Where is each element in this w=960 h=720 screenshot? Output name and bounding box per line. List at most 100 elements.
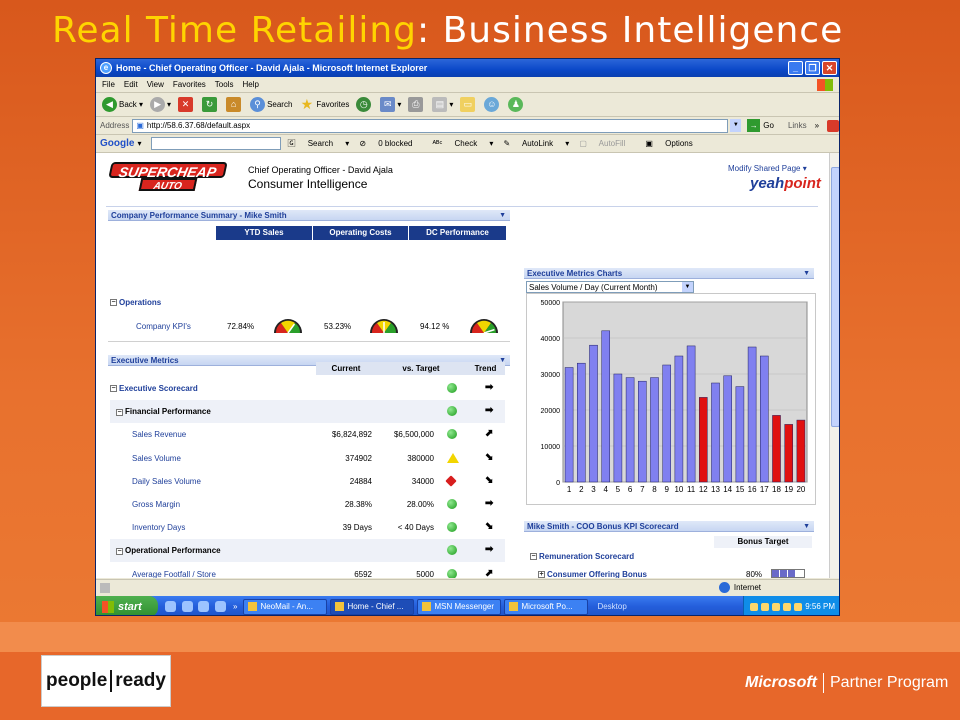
- menu-file[interactable]: File: [102, 80, 115, 89]
- metric-target: 28.00%: [406, 500, 434, 509]
- metric-label[interactable]: Average Footfall / Store: [132, 570, 216, 578]
- metric-label[interactable]: Daily Sales Volume: [132, 477, 201, 486]
- table-row[interactable]: − Financial Performance ➡: [110, 400, 505, 424]
- desktop-toolbar[interactable]: Desktop: [597, 602, 626, 611]
- chart-bar: [589, 344, 598, 483]
- refresh-button[interactable]: ↻: [202, 97, 219, 112]
- tray-icon[interactable]: [750, 602, 759, 611]
- menu-edit[interactable]: Edit: [124, 80, 138, 89]
- toolbar-extra-icon[interactable]: [827, 119, 839, 132]
- start-button[interactable]: start: [96, 596, 158, 615]
- table-row[interactable]: Inventory Days 39 Days < 40 Days ⬊: [110, 516, 505, 539]
- table-row[interactable]: Gross Margin 28.38% 28.00% ➡: [110, 493, 505, 516]
- edit-button[interactable]: ▤ ▾: [432, 97, 453, 112]
- stop-button[interactable]: ✕: [178, 97, 195, 112]
- links-button[interactable]: Links: [788, 121, 807, 130]
- google-menu-icon[interactable]: ▾: [137, 139, 141, 148]
- chart-select[interactable]: Sales Volume / Day (Current Month) ▼: [526, 281, 694, 293]
- people-icon: ♟: [508, 97, 524, 112]
- metric-label[interactable]: Inventory Days: [132, 523, 185, 532]
- collapse-icon[interactable]: −: [116, 547, 123, 555]
- quick-launch: [158, 601, 233, 612]
- start-label: start: [118, 600, 142, 613]
- menu-view[interactable]: View: [147, 80, 164, 89]
- favorites-button[interactable]: ★ Favorites: [299, 97, 350, 112]
- chart-select-value: Sales Volume / Day (Current Month): [529, 283, 658, 292]
- print-button[interactable]: ⎙: [408, 97, 425, 112]
- x-tick-label: 20: [796, 485, 805, 494]
- taskbar-button[interactable]: Home - Chief ...: [330, 598, 415, 615]
- window-titlebar[interactable]: e Home - Chief Operating Officer - David…: [96, 59, 839, 77]
- quicklaunch-desktop-icon[interactable]: [215, 601, 227, 612]
- metric-current: 28.38%: [344, 500, 372, 509]
- vertical-scrollbar[interactable]: [829, 153, 839, 578]
- company-kpis-link[interactable]: Company KPI's: [136, 322, 191, 331]
- search-button[interactable]: ⚲ Search: [250, 97, 292, 112]
- google-search-input[interactable]: [151, 137, 282, 150]
- collapse-icon[interactable]: −: [116, 408, 123, 416]
- chevron-down-icon[interactable]: ▼: [803, 521, 810, 532]
- google-blocked-button[interactable]: ⊘ 0 blocked: [359, 139, 422, 148]
- scrollbar-thumb[interactable]: [831, 167, 839, 427]
- tray-icon[interactable]: [772, 602, 781, 611]
- maximize-button[interactable]: ❐: [805, 61, 820, 75]
- metric-label[interactable]: Sales Revenue: [132, 430, 186, 439]
- table-row[interactable]: Average Footfall / Store 6592 5000 ⬈: [110, 563, 505, 578]
- people-button[interactable]: ♟: [508, 97, 525, 112]
- modify-shared-page-link[interactable]: Modify Shared Page ▾: [728, 164, 807, 173]
- chevron-down-icon[interactable]: ▼: [499, 210, 506, 221]
- messenger-button[interactable]: ☺: [484, 97, 501, 112]
- home-button[interactable]: ⌂: [226, 97, 243, 112]
- chevron-down-icon[interactable]: ▼: [803, 268, 810, 279]
- tray-icon[interactable]: [761, 602, 770, 611]
- google-autolink-button[interactable]: ✎ AutoLink ▾: [503, 139, 569, 148]
- google-autofill-button[interactable]: ▢ AutoFill: [579, 139, 635, 148]
- google-search-button[interactable]: 🄶 Search ▾: [287, 138, 349, 149]
- google-check-button[interactable]: ᴬᴮᶜ Check ▾: [433, 139, 494, 148]
- table-row[interactable]: Daily Sales Volume 24884 34000 ⬊: [110, 470, 505, 493]
- metric-label[interactable]: Sales Volume: [132, 454, 181, 463]
- bonus-row[interactable]: + Consumer Offering Bonus: [538, 570, 647, 578]
- mail-button[interactable]: ✉ ▾: [380, 97, 401, 112]
- discuss-button[interactable]: ▭: [460, 97, 477, 112]
- x-tick-label: 19: [784, 485, 793, 494]
- remuneration-scorecard-row[interactable]: − Remuneration Scorecard: [530, 552, 634, 561]
- tray-icon[interactable]: [794, 602, 803, 611]
- dropdown-arrow-icon[interactable]: ▼: [682, 282, 693, 292]
- quicklaunch-chevron-icon[interactable]: »: [233, 602, 237, 611]
- history-button[interactable]: ◷: [356, 97, 373, 112]
- taskbar-button[interactable]: Microsoft Po...: [504, 598, 589, 615]
- x-tick-label: 4: [603, 485, 608, 494]
- table-row[interactable]: Sales Volume 374902 380000 ⬊: [110, 447, 505, 470]
- expand-icon[interactable]: +: [538, 571, 545, 578]
- back-button[interactable]: ◀ Back ▾: [102, 97, 143, 112]
- close-button[interactable]: ✕: [822, 61, 837, 75]
- edit-icon: ▤: [432, 97, 448, 112]
- go-button[interactable]: → Go: [747, 119, 774, 132]
- trend-arrow-icon: ⬈: [485, 428, 494, 440]
- address-input[interactable]: ▣ http://58.6.37.68/default.aspx: [132, 118, 729, 133]
- table-row[interactable]: Sales Revenue $6,824,892 $6,500,000 ⬈: [110, 423, 505, 446]
- menu-help[interactable]: Help: [242, 80, 258, 89]
- quicklaunch-outlook-icon[interactable]: [181, 601, 193, 612]
- table-row[interactable]: − Operational Performance ➡: [110, 539, 505, 563]
- collapse-icon[interactable]: −: [530, 553, 537, 561]
- metric-label[interactable]: Gross Margin: [132, 500, 180, 509]
- table-row[interactable]: − Executive Scorecard ➡: [110, 377, 505, 400]
- address-dropdown[interactable]: ▼: [730, 119, 742, 132]
- forward-button[interactable]: ▶ ▾: [150, 97, 171, 112]
- minimize-button[interactable]: _: [788, 61, 803, 75]
- status-bar: Internet: [96, 579, 839, 595]
- collapse-icon[interactable]: −: [110, 299, 117, 307]
- quicklaunch-ie-icon[interactable]: [164, 601, 176, 612]
- menu-favorites[interactable]: Favorites: [173, 80, 206, 89]
- quicklaunch-explorer-icon[interactable]: [198, 601, 210, 612]
- bonus-level-segment: [788, 570, 796, 577]
- google-options-button[interactable]: ▣ Options: [645, 139, 702, 148]
- collapse-icon[interactable]: −: [110, 385, 117, 393]
- taskbar-button[interactable]: MSN Messenger: [417, 598, 502, 615]
- tray-icon[interactable]: [783, 602, 792, 611]
- taskbar-button[interactable]: NeoMail - An...: [243, 598, 328, 615]
- menu-tools[interactable]: Tools: [215, 80, 234, 89]
- operations-section[interactable]: − Operations: [110, 298, 161, 311]
